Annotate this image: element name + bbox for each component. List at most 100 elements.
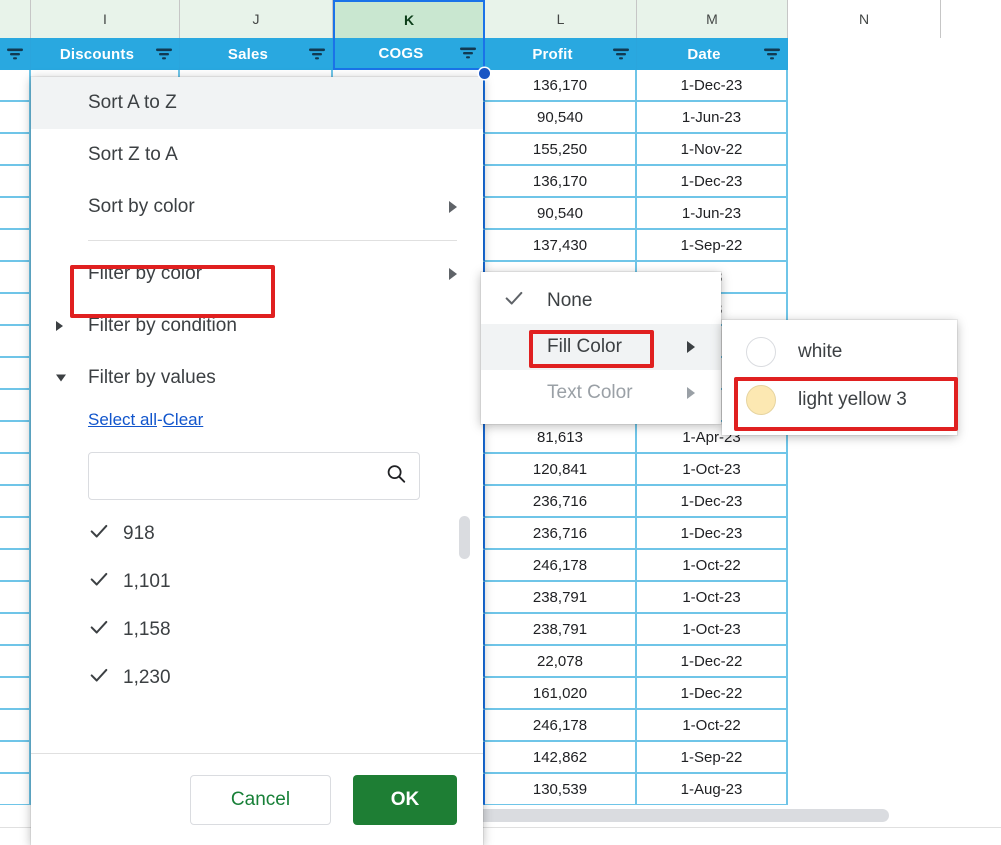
grid-cell-date[interactable]: 1-Dec-22	[637, 678, 788, 710]
search-icon[interactable]	[385, 463, 407, 490]
grid-cell-empty[interactable]	[941, 198, 1001, 230]
grid-cell[interactable]	[0, 486, 31, 518]
grid-cell[interactable]	[0, 262, 31, 294]
grid-cell-empty[interactable]	[788, 582, 941, 614]
grid-cell[interactable]	[0, 678, 31, 710]
grid-cell-empty[interactable]	[941, 486, 1001, 518]
grid-cell-empty[interactable]	[788, 486, 941, 518]
grid-cell-date[interactable]: 1-Aug-23	[637, 774, 788, 806]
grid-cell-empty[interactable]	[941, 454, 1001, 486]
grid-cell-profit[interactable]: 137,430	[485, 230, 637, 262]
grid-cell[interactable]	[0, 774, 31, 806]
filter-icon-date[interactable]	[757, 47, 787, 61]
grid-cell[interactable]	[0, 166, 31, 198]
filter-icon-discounts[interactable]	[149, 47, 179, 61]
grid-cell[interactable]	[0, 550, 31, 582]
filter-header-profit[interactable]: Profit	[485, 38, 637, 70]
grid-cell-empty[interactable]	[788, 646, 941, 678]
grid-cell-empty[interactable]	[788, 710, 941, 742]
grid-cell-empty[interactable]	[788, 518, 941, 550]
grid-cell[interactable]	[0, 454, 31, 486]
grid-cell-empty[interactable]	[941, 262, 1001, 294]
grid-cell-date[interactable]: 1-Oct-23	[637, 614, 788, 646]
grid-cell[interactable]	[0, 70, 31, 102]
filter-values-list[interactable]: 918 1,101 1,158 1,230	[31, 510, 483, 753]
grid-cell-empty[interactable]	[941, 134, 1001, 166]
grid-cell-empty[interactable]	[941, 614, 1001, 646]
grid-cell-empty[interactable]	[941, 710, 1001, 742]
grid-cell-profit[interactable]: 90,540	[485, 102, 637, 134]
grid-cell-profit[interactable]: 246,178	[485, 550, 637, 582]
grid-cell-profit[interactable]: 161,020	[485, 678, 637, 710]
filter-icon-sales[interactable]	[302, 47, 332, 61]
grid-cell-date[interactable]: 1-Dec-23	[637, 518, 788, 550]
selection-handle[interactable]	[479, 68, 490, 79]
grid-cell-empty[interactable]	[941, 678, 1001, 710]
menu-item-filter-by-condition[interactable]: Filter by condition	[31, 300, 483, 352]
filter-value-item[interactable]: 1,101	[31, 558, 483, 606]
grid-cell-empty[interactable]	[788, 454, 941, 486]
grid-cell-empty[interactable]	[788, 102, 941, 134]
grid-cell[interactable]	[0, 518, 31, 550]
grid-cell-profit[interactable]: 120,841	[485, 454, 637, 486]
grid-cell-empty[interactable]	[941, 518, 1001, 550]
search-input[interactable]	[89, 453, 419, 499]
grid-cell-empty[interactable]	[941, 102, 1001, 134]
grid-cell-empty[interactable]	[788, 614, 941, 646]
clear-link[interactable]: Clear	[163, 410, 204, 429]
grid-cell-date[interactable]: 1-Oct-23	[637, 582, 788, 614]
filter-value-item[interactable]: 1,230	[31, 654, 483, 702]
grid-cell-profit[interactable]: 246,178	[485, 710, 637, 742]
grid-cell-empty[interactable]	[788, 70, 941, 102]
grid-cell-date[interactable]: 1-Oct-22	[637, 550, 788, 582]
filter-icon-cogs[interactable]	[453, 46, 483, 60]
grid-cell-empty[interactable]	[788, 134, 941, 166]
submenu-item-fill-color[interactable]: Fill Color	[481, 324, 721, 370]
grid-cell-empty[interactable]	[941, 166, 1001, 198]
grid-cell-profit[interactable]: 130,539	[485, 774, 637, 806]
grid-cell-empty[interactable]	[788, 774, 941, 806]
grid-cell-empty[interactable]	[941, 646, 1001, 678]
menu-item-sort-a-to-z[interactable]: Sort A to Z	[31, 77, 483, 129]
filter-value-item[interactable]: 1,158	[31, 606, 483, 654]
swatch-item-light-yellow-3[interactable]: light yellow 3	[722, 376, 957, 424]
grid-cell-date[interactable]: 1-Dec-23	[637, 486, 788, 518]
grid-cell-profit[interactable]: 236,716	[485, 518, 637, 550]
grid-cell-profit[interactable]: 238,791	[485, 582, 637, 614]
select-all-link[interactable]: Select all	[88, 410, 157, 429]
column-header-J[interactable]: J	[180, 0, 333, 38]
grid-cell[interactable]	[0, 646, 31, 678]
grid-cell[interactable]	[0, 358, 31, 390]
filter-header-cogs[interactable]: COGS	[333, 38, 485, 70]
grid-cell-profit[interactable]: 22,078	[485, 646, 637, 678]
values-scrollbar-thumb[interactable]	[459, 516, 470, 559]
column-header-N[interactable]: N	[788, 0, 941, 38]
grid-cell-profit[interactable]: 238,791	[485, 614, 637, 646]
grid-cell-empty[interactable]	[788, 230, 941, 262]
grid-cell[interactable]	[0, 326, 31, 358]
grid-cell-date[interactable]: 1-Oct-23	[637, 454, 788, 486]
filter-header-discounts[interactable]: Discounts	[31, 38, 180, 70]
grid-cell[interactable]	[0, 710, 31, 742]
grid-cell-empty[interactable]	[788, 198, 941, 230]
grid-cell-empty[interactable]	[941, 70, 1001, 102]
filter-icon-profit[interactable]	[606, 47, 636, 61]
grid-cell-date[interactable]: 1-Sep-22	[637, 230, 788, 262]
filter-header-sales[interactable]: Sales	[180, 38, 333, 70]
filter-value-item[interactable]: 918	[31, 510, 483, 558]
grid-cell-date[interactable]: 1-Jun-23	[637, 102, 788, 134]
grid-cell-date[interactable]: 1-Dec-23	[637, 166, 788, 198]
column-header-I[interactable]: I	[31, 0, 180, 38]
menu-item-filter-by-values[interactable]: Filter by values	[31, 352, 483, 404]
grid-cell-empty[interactable]	[941, 774, 1001, 806]
grid-cell-date[interactable]: 1-Sep-22	[637, 742, 788, 774]
menu-item-sort-by-color[interactable]: Sort by color	[31, 181, 483, 233]
grid-cell-empty[interactable]	[941, 230, 1001, 262]
grid-cell-profit[interactable]: 81,613	[485, 422, 637, 454]
menu-item-sort-z-to-a[interactable]: Sort Z to A	[31, 129, 483, 181]
grid-cell-profit[interactable]: 236,716	[485, 486, 637, 518]
filter-header-partial[interactable]	[0, 38, 31, 70]
grid-cell-empty[interactable]	[941, 742, 1001, 774]
grid-cell-date[interactable]: 1-Dec-23	[637, 70, 788, 102]
grid-cell[interactable]	[0, 230, 31, 262]
